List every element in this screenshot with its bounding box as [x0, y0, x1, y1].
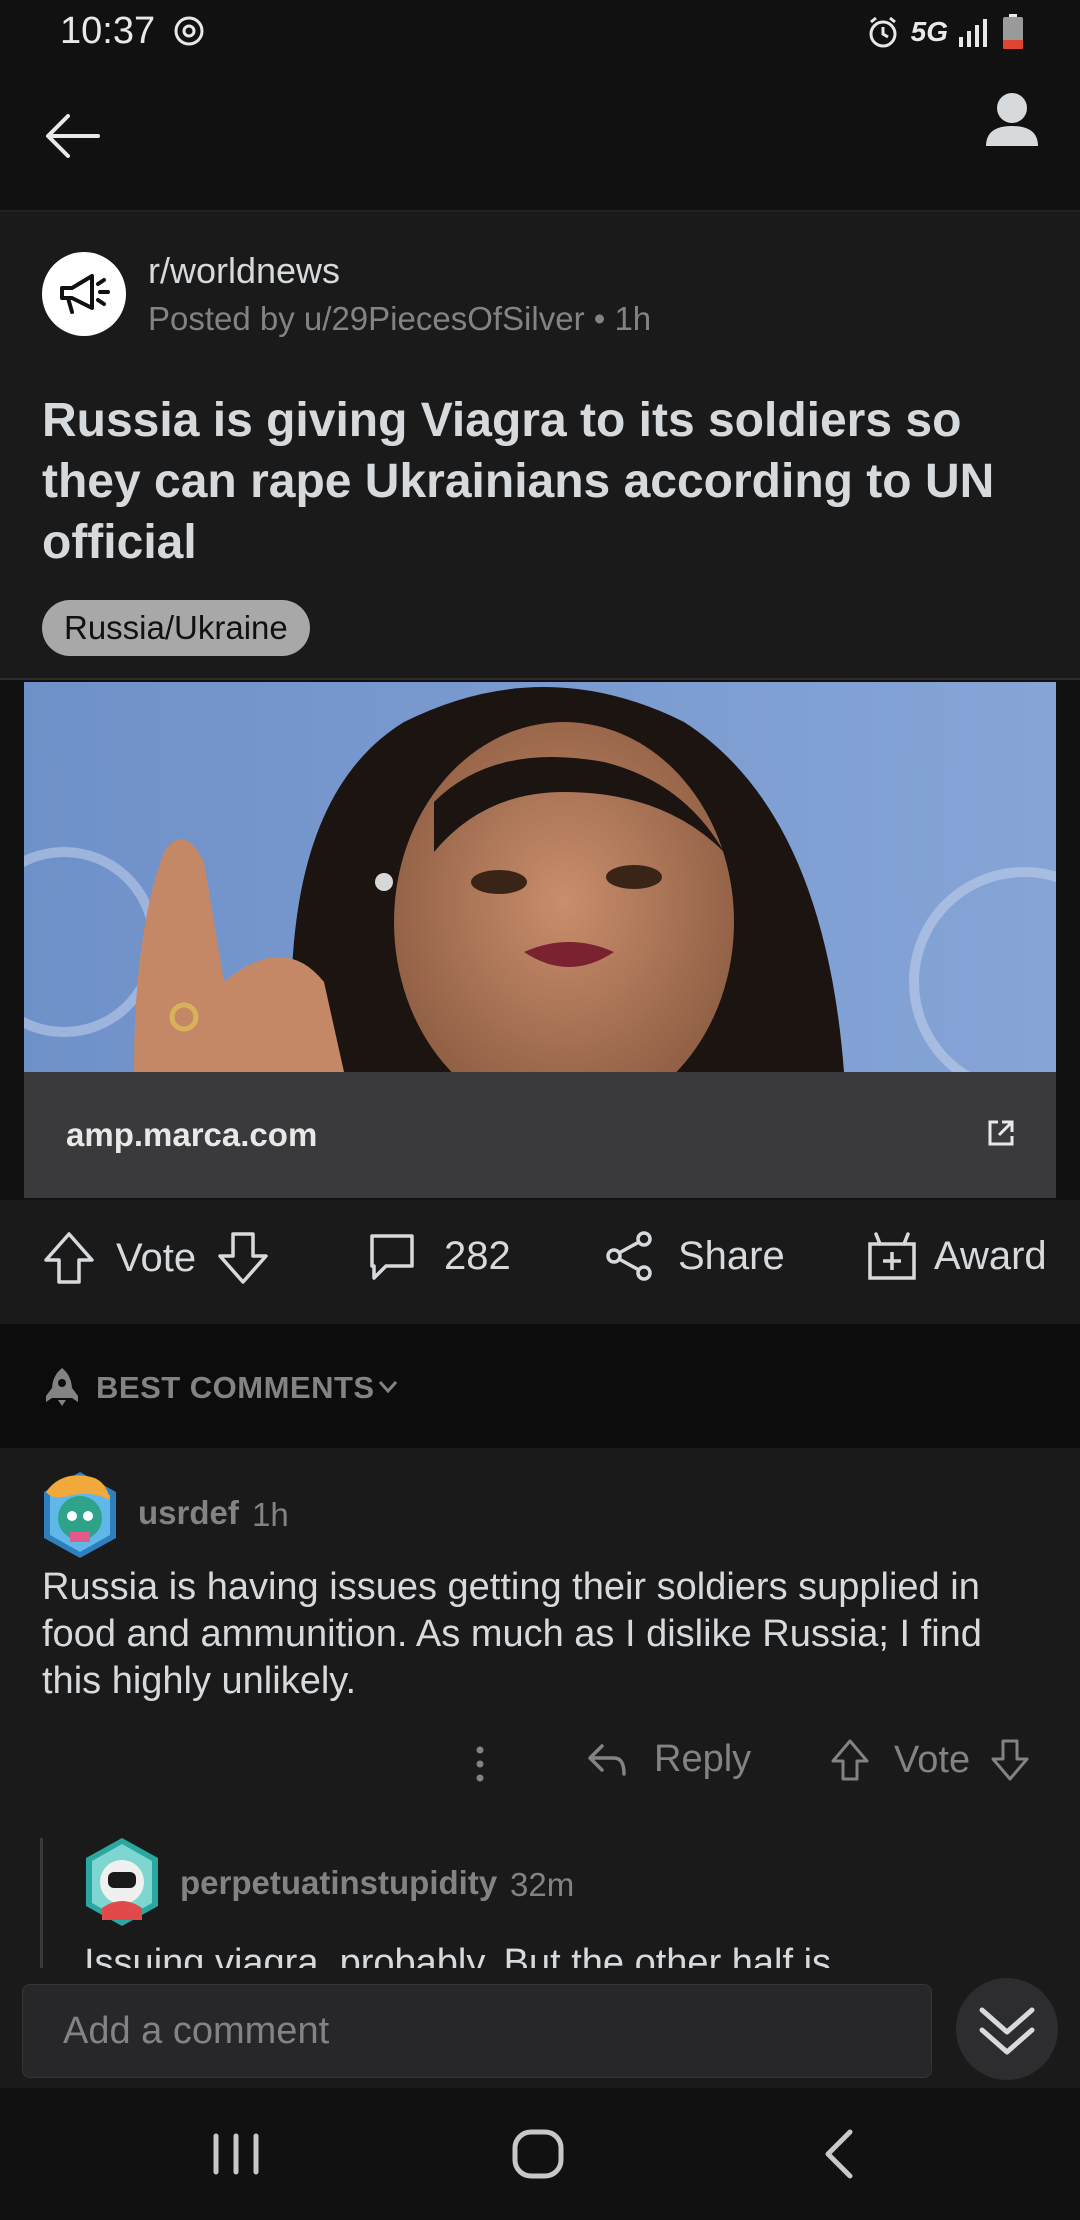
megaphone-icon [60, 274, 110, 314]
link-domain[interactable]: amp.marca.com [66, 1116, 317, 1154]
comment-vote-group: Vote [830, 1738, 1030, 1782]
comment-count: 282 [444, 1233, 511, 1278]
alarm-icon [869, 16, 897, 48]
subreddit-avatar[interactable] [42, 252, 126, 336]
sort-label[interactable]: BEST COMMENTS [96, 1370, 375, 1406]
award-gift-icon [868, 1232, 916, 1280]
home-icon[interactable] [498, 2122, 578, 2186]
link-domain-bar[interactable]: amp.marca.com [24, 1072, 1056, 1198]
post-vote-label: Vote [116, 1235, 197, 1280]
downvote-icon[interactable] [216, 1230, 270, 1286]
comment: usrdef 1h Russia is having issues gettin… [0, 1448, 1080, 1838]
profile-icon[interactable] [980, 88, 1044, 158]
network-type: 5G [910, 16, 948, 47]
reply-label: Reply [654, 1738, 752, 1780]
thread-line[interactable] [40, 1838, 43, 1968]
rocket-icon [46, 1368, 78, 1406]
more-options-icon[interactable] [474, 1744, 486, 1784]
external-link-icon [988, 1120, 1014, 1146]
comment-sort-bar[interactable]: BEST COMMENTS [0, 1324, 1080, 1448]
award-label: Award [934, 1233, 1047, 1278]
post-vote-group: Vote [42, 1230, 270, 1286]
share-button[interactable]: Share [604, 1230, 785, 1282]
post-meta: Posted by u/29PiecesOfSilver • 1h [148, 300, 652, 337]
status-bar: 10:37 5G [0, 0, 1080, 64]
next-comment-button[interactable] [956, 1978, 1058, 2080]
comment-icon [370, 1234, 414, 1280]
comment-downvote-icon[interactable] [990, 1738, 1030, 1782]
share-icon [606, 1231, 652, 1281]
reply-body: Issuing viagra, probably. But the other … [84, 1942, 832, 1968]
sync-icon [174, 16, 204, 46]
comment-upvote-icon[interactable] [830, 1738, 870, 1782]
signal-icon [959, 19, 987, 47]
system-nav-bar [0, 2088, 1080, 2220]
top-app-bar [0, 64, 1080, 212]
post-flair[interactable]: Russia/Ukraine [42, 600, 310, 656]
post-action-bar: Vote 282 Share Award [0, 1200, 1080, 1324]
reply-icon [588, 1743, 626, 1776]
status-icons: 5G [865, 12, 1024, 52]
comment-vote-label: Vote [894, 1738, 971, 1781]
link-preview-card[interactable]: amp.marca.com [0, 678, 1080, 1202]
link-thumbnail[interactable] [24, 682, 1056, 1072]
user-avatar[interactable] [40, 1470, 120, 1560]
double-chevron-down-icon [979, 2007, 1035, 2055]
post: r/worldnews Posted by u/29PiecesOfSilver… [0, 212, 1080, 1322]
share-label: Share [678, 1233, 785, 1278]
award-button[interactable]: Award [866, 1230, 1047, 1282]
comment-body: Russia is having issues getting their so… [42, 1566, 982, 1702]
chevron-down-icon [378, 1381, 398, 1394]
comment-username[interactable]: usrdef [138, 1494, 239, 1532]
comment-actions: Reply Vote [0, 1738, 1080, 1798]
status-time: 10:37 [60, 10, 156, 52]
subreddit-name[interactable]: r/worldnews [148, 250, 340, 292]
recent-apps-icon[interactable] [196, 2122, 276, 2186]
back-nav-icon[interactable] [800, 2122, 880, 2186]
upvote-icon[interactable] [42, 1230, 96, 1286]
reply-username[interactable]: perpetuatinstupidity [180, 1864, 497, 1902]
add-comment-input[interactable] [22, 1984, 932, 2078]
reply-button[interactable]: Reply [586, 1738, 751, 1781]
battery-icon [1003, 14, 1023, 49]
comment-time: 1h [252, 1496, 289, 1533]
comments-button[interactable]: 282 [366, 1230, 511, 1282]
reply-time: 32m [510, 1866, 575, 1903]
reply-user-avatar[interactable] [82, 1836, 162, 1928]
comment-composer [0, 1968, 1080, 2088]
back-arrow-icon[interactable] [40, 104, 104, 168]
photo-illustration [24, 682, 1056, 1072]
post-title[interactable]: Russia is giving Viagra to its soldiers … [42, 390, 1042, 573]
